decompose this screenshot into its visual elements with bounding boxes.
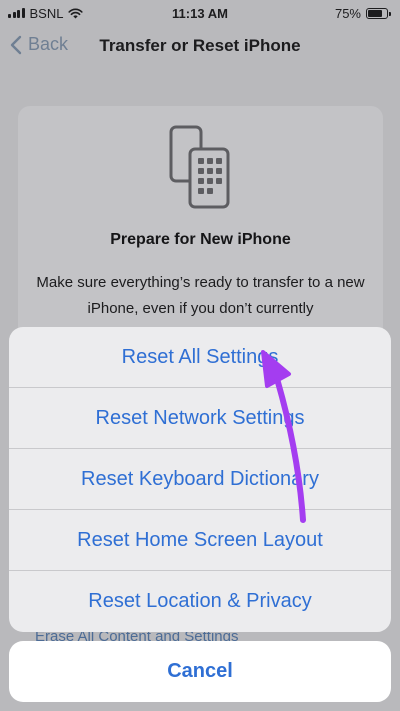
reset-network-settings-button[interactable]: Reset Network Settings: [9, 388, 391, 449]
status-right: 75%: [334, 5, 391, 21]
battery-icon: [366, 7, 391, 19]
status-left: BSNL: [8, 5, 84, 21]
card-description: Make sure everything’s ready to transfer…: [36, 274, 365, 317]
battery-fill: [368, 9, 382, 17]
card-title: Prepare for New iPhone: [110, 231, 291, 248]
wifi-icon: [68, 8, 84, 18]
reset-location-privacy-button[interactable]: Reset Location & Privacy: [9, 571, 391, 632]
action-sheet: Reset All Settings Reset Network Setting…: [9, 327, 391, 632]
phones-transfer-icon: [169, 125, 230, 209]
status-bar: BSNL 11:13 AM 75%: [0, 0, 400, 26]
battery-percent: 75%: [334, 5, 361, 21]
reset-home-screen-layout-button[interactable]: Reset Home Screen Layout: [9, 510, 391, 571]
nav-bar: Back Transfer or Reset iPhone: [0, 26, 400, 66]
reset-keyboard-dictionary-button[interactable]: Reset Keyboard Dictionary: [9, 449, 391, 510]
reset-all-settings-button[interactable]: Reset All Settings: [9, 327, 391, 388]
carrier-label: BSNL: [29, 5, 64, 21]
signal-icon: [8, 8, 25, 18]
cancel-button[interactable]: Cancel: [9, 641, 391, 702]
page-title: Transfer or Reset iPhone: [99, 36, 301, 55]
